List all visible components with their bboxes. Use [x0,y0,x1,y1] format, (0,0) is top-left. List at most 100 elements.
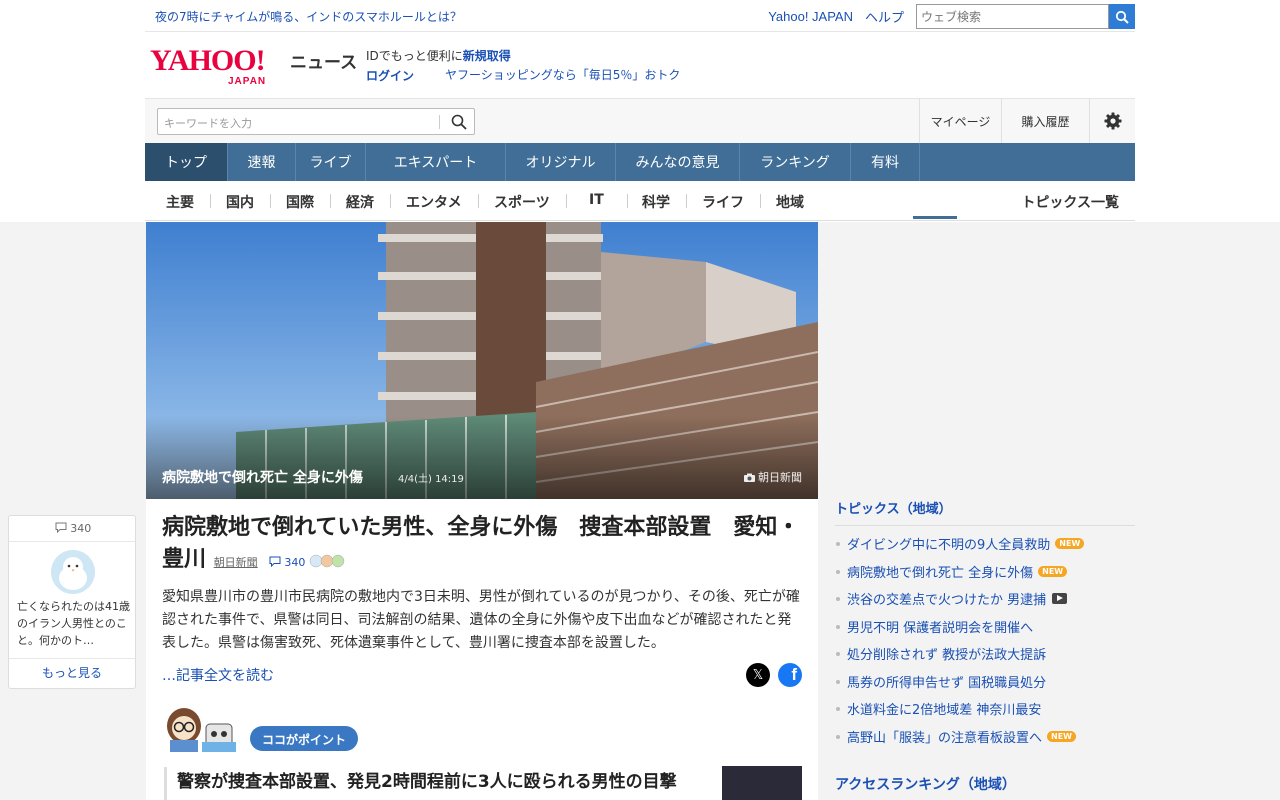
hospital-building-photo [146,222,818,499]
main-tab-breaking[interactable]: 速報 [228,143,296,181]
new-badge: NEW [1055,538,1085,550]
category-separator [760,194,761,208]
avatar [51,550,95,594]
new-badge: NEW [1047,730,1076,742]
mypage-button[interactable]: マイページ [919,99,1001,143]
reaction-icons [309,554,345,568]
article-headline: 病院敷地で倒れていた男性、全身に外傷 捜査本部設置 愛知・豊川 朝日新聞 340 [162,512,802,579]
point-headline[interactable]: 警察が捜査本部設置、発見2時間程前に3人に殴られる男性の目撃 [164,767,709,800]
topic-item[interactable]: ダイビング中に不明の9人全員救助 NEW [835,530,1135,558]
topic-text: 渋谷の交差点で火つけたか 男逮捕 [847,593,1047,609]
search-icon[interactable] [450,113,468,131]
point-thumbnail[interactable] [722,766,802,800]
site-header: YAHOO! JAPAN ニュース IDでもっと便利に新規取得 ログイン ヤフー… [145,32,1135,98]
share-x-icon[interactable]: 𝕏 [746,663,770,687]
topic-item[interactable]: 渋谷の交差点で火つけたか 男逮捕 [835,585,1135,613]
main-tab-ranking[interactable]: ランキング [740,143,851,181]
main-tab-original[interactable]: オリジナル [506,143,616,181]
topic-item[interactable]: 処分削除されず 教授が法政大提訴 [835,640,1135,668]
search-row: キーワードを入力 マイページ 購入履歴 [145,98,1135,143]
topic-text: 病院敷地で倒れ死亡 全身に外傷 [847,565,1034,581]
category-sports[interactable]: スポーツ [494,192,550,212]
keyword-search-input[interactable]: キーワードを入力 [164,115,252,131]
topic-item[interactable]: 病院敷地で倒れ死亡 全身に外傷 NEW [835,558,1135,586]
topic-text: 処分削除されず 教授が法政大提訴 [847,648,1047,664]
comment-count-row: 340 [9,522,137,535]
yahoo-japan-link[interactable]: Yahoo! JAPAN [768,9,853,24]
topic-item[interactable]: 男児不明 保護者説明会を開催へ [835,613,1135,641]
category-separator [627,194,628,208]
main-tab-opinions[interactable]: みんなの意見 [616,143,740,181]
yahoo-news-logo[interactable]: YAHOO! JAPAN [150,44,286,88]
comment-icon [55,522,67,534]
point-badge: ココがポイント [250,726,359,751]
register-link[interactable]: 新規取得 [463,49,511,63]
settings-button[interactable] [1089,99,1135,143]
article-comments-link[interactable]: 340 [265,556,309,569]
active-category-indicator [913,216,957,219]
topics-heading: トピックス（地域） [835,498,1135,526]
service-name: ニュース [290,53,358,73]
category-science[interactable]: 科学 [642,192,670,212]
bird-avatar-icon [51,550,95,594]
purchase-history-button[interactable]: 購入履歴 [1001,99,1089,143]
hero-image[interactable]: 病院敷地で倒れ死亡 全身に外傷 4/4(土) 14:19 朝日新聞 [146,222,818,499]
help-link[interactable]: ヘルプ [865,7,904,26]
topics-list: ダイビング中に不明の9人全員救助 NEW 病院敷地で倒れ死亡 全身に外傷 NEW 渋… [835,530,1135,750]
promo-headline-link[interactable]: 夜の7時にチャイムが鳴る、インドのスマホルールとは？ [155,8,462,25]
category-local[interactable]: 地域 [776,192,804,212]
comment-count: 340 [70,522,92,535]
category-separator [478,194,479,208]
topic-text: 水道料金に2倍地域差 神奈川最安 [847,703,1042,719]
article-summary: 愛知県豊川市の豊川市民病院の敷地内で3日未明、男性が倒れているのが見つかり、その… [162,589,800,651]
category-separator [686,194,687,208]
main-nav: トップ 速報 ライブ エキスパート オリジナル みんなの意見 ランキング 有料 [145,143,1135,181]
share-facebook-icon[interactable]: f [778,663,802,687]
search-icon [1115,10,1129,24]
video-icon [1052,593,1068,605]
promo-bar: 夜の7時にチャイムが鳴る、インドのスマホルールとは？ Yahoo! JAPAN … [145,0,1135,32]
category-separator [270,194,271,208]
category-entertainment[interactable]: エンタメ [406,192,462,212]
sidebar: トピックス（地域） ダイビング中に不明の9人全員救助 NEW 病院敷地で倒れ死亡 … [835,498,1135,793]
article: 病院敷地で倒れ死亡 全身に外傷 4/4(土) 14:19 朝日新聞 病院敷地で倒… [146,222,818,800]
point-characters-icon [167,708,236,752]
main-tab-expert[interactable]: エキスパート [366,143,506,181]
read-full-article-link[interactable]: …記事全文を読む [162,665,274,685]
category-it[interactable]: IT [589,192,604,208]
search-divider [439,115,440,129]
article-source-link[interactable]: 朝日新聞 [214,556,258,569]
web-search-button[interactable] [1109,4,1135,29]
category-economy[interactable]: 経済 [346,192,374,212]
login-link[interactable]: ログイン [366,69,414,83]
comment-preview-text: 亡くなられたのは41歳のイラン人男性とのこと。何かのト… [17,600,130,647]
id-prompt: IDでもっと便利に [366,49,463,63]
shopping-promo-link[interactable]: ヤフーショッピングなら「毎日5％」おトク [445,66,680,83]
article-title: 病院敷地で倒れていた男性、全身に外傷 捜査本部設置 愛知・豊川 [162,515,800,572]
category-life[interactable]: ライフ [702,192,744,212]
topic-text: ダイビング中に不明の9人全員救助 [847,538,1051,554]
divider [9,541,135,542]
category-major[interactable]: 主要 [166,192,194,212]
topic-text: 馬券の所得申告せず 国税職員処分 [847,675,1047,691]
topic-text: 男児不明 保護者説明会を開催へ [847,620,1034,636]
category-nav: 主要 国内 国際 経済 エンタメ スポーツ IT 科学 ライフ 地域 トピックス… [145,181,1135,221]
category-separator [566,194,567,208]
main-tab-paid[interactable]: 有料 [851,143,920,181]
category-world[interactable]: 国際 [286,192,314,212]
main-tab-top[interactable]: トップ [145,143,228,181]
main-tab-live[interactable]: ライブ [296,143,366,181]
logo-text: YAHOO! [150,44,266,77]
category-domestic[interactable]: 国内 [226,192,254,212]
topic-item[interactable]: 馬券の所得申告せず 国税職員処分 [835,668,1135,696]
topic-item[interactable]: 水道料金に2倍地域差 神奈川最安 [835,695,1135,723]
web-search-input[interactable] [916,4,1109,29]
topic-item[interactable]: 高野山「服装」の注意看板設置へ NEW [835,723,1135,751]
topics-list-link[interactable]: トピックス一覧 [1021,192,1119,212]
keyword-search[interactable]: キーワードを入力 [157,108,475,135]
comment-preview-card[interactable]: 340 亡くなられたのは41歳のイラン人男性とのこと。何かのト… もっと見る [8,515,136,689]
camera-icon [743,473,755,482]
hero-caption: 病院敷地で倒れ死亡 全身に外傷 [162,470,363,486]
article-comment-count: 340 [284,556,306,569]
comment-more-link[interactable]: もっと見る [9,658,135,688]
